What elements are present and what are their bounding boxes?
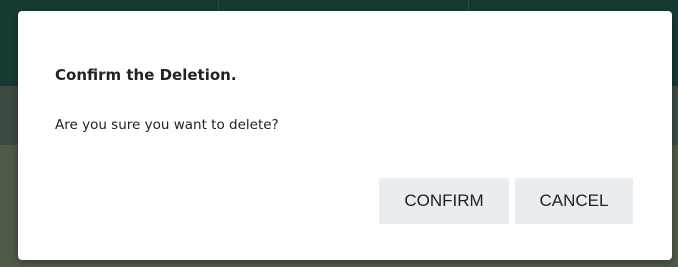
confirm-delete-dialog: Confirm the Deletion. Are you sure you w…	[18, 11, 672, 260]
cancel-button[interactable]: CANCEL	[515, 178, 633, 224]
confirm-button[interactable]: CONFIRM	[379, 178, 509, 224]
dialog-title: Confirm the Deletion.	[55, 66, 237, 84]
dialog-message: Are you sure you want to delete?	[55, 117, 279, 133]
